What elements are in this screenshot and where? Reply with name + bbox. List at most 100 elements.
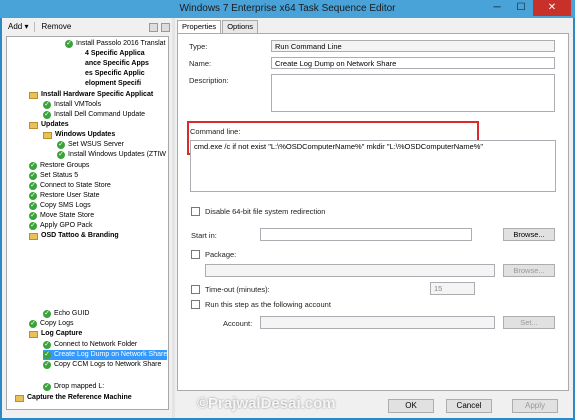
toolbar-divider xyxy=(34,22,36,32)
tree-item[interactable]: ✓ Copy CCM Logs to Network Share xyxy=(43,360,161,370)
tree-item[interactable]: Updates xyxy=(29,120,69,130)
add-menu-button[interactable]: Add ▾ xyxy=(4,21,32,33)
tree-item-label: Connect to State Store xyxy=(40,182,111,189)
tree-item[interactable]: ✓ Echo GUID xyxy=(43,309,89,319)
start-in-field[interactable] xyxy=(260,228,472,241)
check-icon: ✓ xyxy=(29,320,37,328)
tree-item[interactable]: ✓ Connect to State Store xyxy=(29,181,111,191)
tree-toolbar: Add ▾ Remove xyxy=(4,20,170,34)
tree-item[interactable]: ✓ Move State Store xyxy=(29,211,94,221)
tree-item-label: Log Capture xyxy=(41,330,83,337)
disable-redirection-checkbox[interactable] xyxy=(191,207,200,216)
apply-button: Apply xyxy=(512,399,558,413)
tree-item[interactable]: elopment Specifi xyxy=(85,79,141,89)
tree-item[interactable]: ✓ Install Passolo 2016 Translat xyxy=(65,39,166,49)
move-down-icon[interactable] xyxy=(161,22,170,32)
tree-item-label: Copy Logs xyxy=(40,320,74,327)
cancel-button[interactable]: Cancel xyxy=(446,399,492,413)
account-field xyxy=(260,316,495,329)
folder-icon xyxy=(29,330,38,338)
tree-item-label: elopment Specifi xyxy=(85,80,142,87)
tree-item-label: Drop mapped L: xyxy=(54,383,105,390)
tree-item-label: ance Specific Apps xyxy=(85,60,149,67)
tree-item[interactable]: Log Capture xyxy=(29,329,82,339)
tree-item-label: Echo GUID xyxy=(54,310,90,317)
tree-item-selected[interactable]: ✓ Create Log Dump on Network Share xyxy=(43,350,168,360)
tree-item-label: Set WSUS Server xyxy=(68,141,125,148)
run-as-label: Run this step as the following account xyxy=(205,300,331,309)
description-label: Description: xyxy=(189,76,229,85)
tree-item[interactable]: ✓ Set Status 5 xyxy=(29,171,78,181)
check-icon: ✓ xyxy=(29,192,37,200)
type-label: Type: xyxy=(189,42,208,51)
tree-item-label: Copy SMS Logs xyxy=(40,202,91,209)
timeout-field: 15 xyxy=(430,282,475,295)
folder-icon xyxy=(29,232,38,240)
tree-item[interactable]: Install Hardware Specific Applicat xyxy=(29,90,153,100)
start-in-label: Start in: xyxy=(191,231,217,240)
tree-item-label: Set Status 5 xyxy=(40,172,79,179)
tree-item[interactable]: ✓ Install Windows Updates (ZTIW xyxy=(57,150,166,160)
timeout-label: Time-out (minutes): xyxy=(205,285,270,294)
tree-item[interactable]: ance Specific Apps xyxy=(85,59,149,69)
watermark-text: ©PrajwalDesai.com xyxy=(197,395,336,412)
remove-button[interactable]: Remove xyxy=(37,21,75,33)
package-checkbox[interactable] xyxy=(191,250,200,259)
move-up-icon[interactable] xyxy=(149,22,158,32)
tree-item[interactable]: OSD Tattoo & Branding xyxy=(29,231,119,241)
type-field: Run Command Line xyxy=(271,40,555,52)
tree-item-label: Capture the Reference Machine xyxy=(27,394,132,401)
timeout-checkbox[interactable] xyxy=(191,285,200,294)
name-label: Name: xyxy=(189,59,212,68)
command-line-label: Command line: xyxy=(190,127,241,136)
tree-item[interactable]: ✓ Install Dell Command Update xyxy=(43,110,145,120)
tree-item[interactable]: ✓ Copy Logs xyxy=(29,319,73,329)
pane-splitter[interactable] xyxy=(172,18,175,418)
description-field[interactable] xyxy=(271,74,555,112)
check-icon: ✓ xyxy=(57,151,65,159)
tree-item[interactable]: ✓ Connect to Network Folder xyxy=(43,340,137,350)
tree-item-label: Connect to Network Folder xyxy=(54,341,138,348)
check-icon: ✓ xyxy=(43,361,51,369)
name-field[interactable]: Create Log Dump on Network Share xyxy=(271,57,555,69)
run-as-checkbox[interactable] xyxy=(191,300,200,309)
tree-item-label: Install Hardware Specific Applicat xyxy=(41,91,154,98)
package-label: Package: xyxy=(205,250,237,259)
maximize-button[interactable]: ☐ xyxy=(509,0,533,16)
tree-item[interactable]: ✓ Restore User State xyxy=(29,191,100,201)
tree-item[interactable]: ✓ Restore Groups xyxy=(29,161,89,171)
tree-item[interactable]: es Specific Applic xyxy=(85,69,145,79)
package-browse-button: Browse... xyxy=(503,264,555,277)
ok-button[interactable]: OK xyxy=(388,399,434,413)
task-sequence-tree[interactable]: ✓ Install Passolo 2016 Translat 4 Specific… xyxy=(6,36,169,410)
check-icon: ✓ xyxy=(43,111,51,119)
command-line-field[interactable]: cmd.exe /c if not exist "L:\%OSDComputer… xyxy=(190,140,556,192)
close-button[interactable]: ✕ xyxy=(533,0,571,16)
check-icon: ✓ xyxy=(29,182,37,190)
check-icon: ✓ xyxy=(43,341,51,349)
tree-item[interactable]: Windows Updates xyxy=(43,130,115,140)
tree-item[interactable]: ✓ Apply GPO Pack xyxy=(29,221,93,231)
check-icon: ✓ xyxy=(43,101,51,109)
tree-item[interactable]: ✓ Copy SMS Logs xyxy=(29,201,91,211)
check-icon: ✓ xyxy=(29,202,37,210)
tab-options[interactable]: Options xyxy=(222,20,259,33)
tree-item[interactable]: ✓ Set WSUS Server xyxy=(57,140,124,150)
tree-item-label: Install Passolo 2016 Translat xyxy=(76,40,166,47)
tree-item[interactable]: 4 Specific Applica xyxy=(85,49,145,59)
minimize-button[interactable]: ─ xyxy=(485,0,509,16)
tree-item-label: Install VMTools xyxy=(54,101,102,108)
tree-item-label: Install Windows Updates (ZTIW xyxy=(68,151,167,158)
tree-item[interactable]: ✓ Install VMTools xyxy=(43,100,101,110)
start-in-browse-button[interactable]: Browse... xyxy=(503,228,555,241)
editor-window: Add ▾ Remove ✓ Install Passolo 2016 Trans… xyxy=(2,18,573,418)
tab-properties[interactable]: Properties xyxy=(177,20,222,33)
tree-item[interactable]: Capture the Reference Machine xyxy=(15,393,132,403)
check-icon: ✓ xyxy=(29,212,37,220)
check-icon: ✓ xyxy=(65,40,73,48)
tree-item-label: Windows Updates xyxy=(55,131,116,138)
tree-item-label: Updates xyxy=(41,121,69,128)
tree-item-label: OSD Tattoo & Branding xyxy=(41,232,119,239)
tree-item-label: Move State Store xyxy=(40,212,95,219)
tree-item[interactable]: ✓ Drop mapped L: xyxy=(43,382,104,392)
